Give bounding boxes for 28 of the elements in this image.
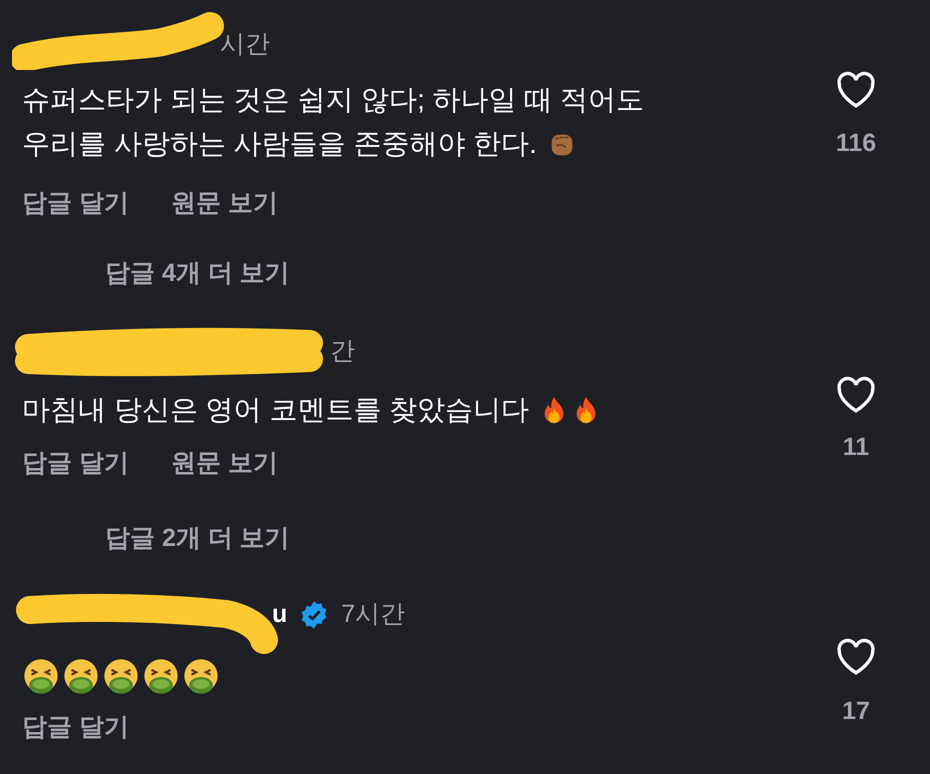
- nauseated-face-icon: [182, 658, 220, 696]
- comment-action-link[interactable]: 원문 보기: [170, 183, 278, 223]
- comment-time: 간: [330, 336, 355, 368]
- nauseated-face-icon: [22, 658, 60, 696]
- like-count: 11: [842, 432, 870, 463]
- comment-text: 슈퍼스타가 되는 것은 쉽지 않다; 하나일 때 적어도: [22, 83, 644, 117]
- comment-text: 마침내 당신은 영어 코멘트를 찾았습니다: [22, 393, 530, 427]
- view-more-replies-link[interactable]: 답글 2개 더 보기: [105, 518, 290, 558]
- heart-icon: [836, 638, 876, 676]
- comment-time: 시간: [220, 29, 270, 60]
- like-button[interactable]: [836, 376, 876, 414]
- view-more-replies-link[interactable]: 답글 4개 더 보기: [105, 253, 290, 293]
- like-button[interactable]: [836, 71, 876, 109]
- comment-action-link[interactable]: 답글 달기: [22, 443, 129, 483]
- like-count: 116: [836, 128, 876, 159]
- nauseated-face-icon: [62, 658, 100, 696]
- username-fragment: u: [272, 599, 288, 630]
- comment-time: 7시간: [341, 599, 406, 630]
- like-button[interactable]: [836, 638, 876, 676]
- like-count: 17: [842, 696, 870, 727]
- nauseated-face-icon: [142, 658, 180, 696]
- comment-text: 우리를 사랑하는 사람들을 존중해야 한다.: [22, 127, 537, 161]
- heart-icon: [836, 71, 876, 109]
- heart-icon: [836, 376, 876, 414]
- comment-action-link[interactable]: 답글 달기: [22, 707, 129, 747]
- comment-action-link[interactable]: 답글 달기: [22, 183, 129, 223]
- comment-action-link[interactable]: 원문 보기: [170, 443, 278, 483]
- nauseated-face-icon: [102, 658, 140, 696]
